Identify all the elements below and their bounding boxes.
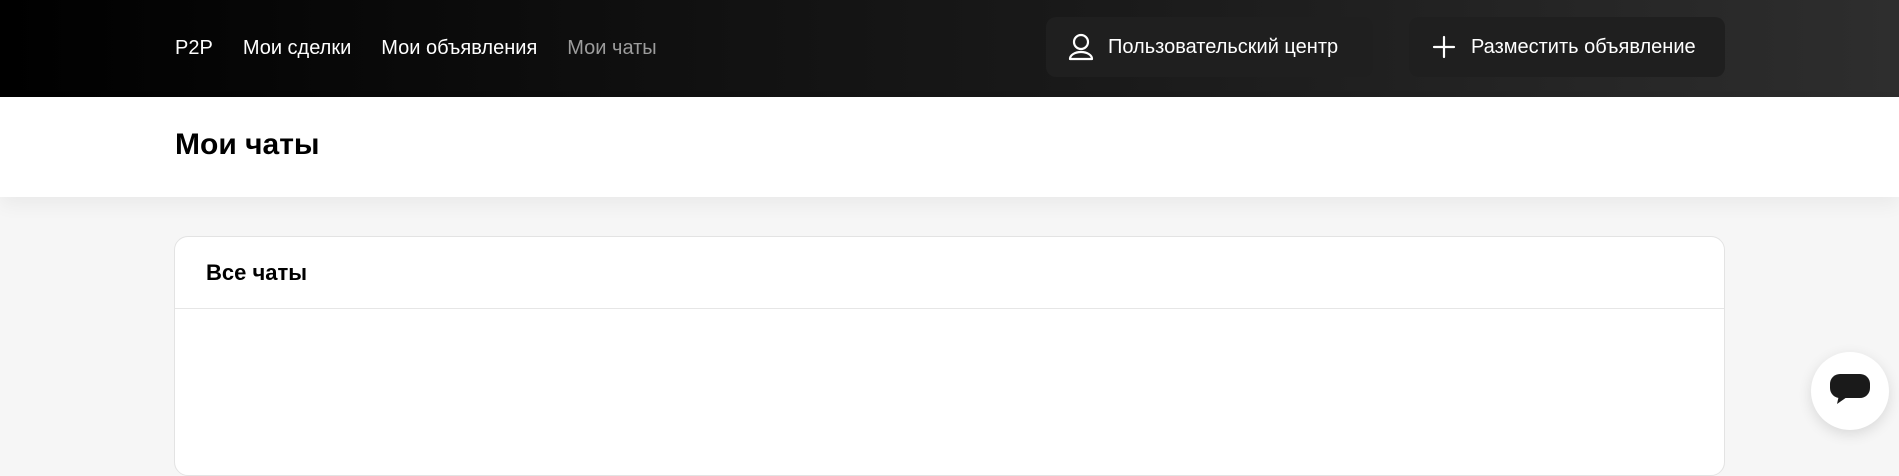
main-nav: P2P Мои сделки Мои объявления Мои чаты xyxy=(175,0,657,97)
post-ad-button[interactable]: Разместить объявление xyxy=(1409,17,1725,77)
page-title: Мои чаты xyxy=(175,128,320,161)
nav-item-my-deals[interactable]: Мои сделки xyxy=(243,37,351,60)
card-header: Все чаты xyxy=(175,237,1724,309)
user-icon xyxy=(1066,32,1096,62)
support-chat-button[interactable] xyxy=(1811,352,1889,430)
user-center-button[interactable]: Пользовательский центр xyxy=(1046,17,1373,77)
top-navigation-bar: P2P Мои сделки Мои объявления Мои чаты П… xyxy=(0,0,1899,97)
card-title: Все чаты xyxy=(206,259,308,285)
nav-item-p2p[interactable]: P2P xyxy=(175,37,213,60)
user-center-label: Пользовательский центр xyxy=(1108,35,1339,58)
chat-bubble-icon xyxy=(1829,373,1871,410)
plus-icon xyxy=(1429,32,1459,62)
nav-item-my-chats[interactable]: Мои чаты xyxy=(567,37,656,60)
all-chats-card: Все чаты xyxy=(174,236,1725,476)
post-ad-label: Разместить объявление xyxy=(1471,35,1696,58)
nav-item-my-ads[interactable]: Мои объявления xyxy=(381,37,537,60)
